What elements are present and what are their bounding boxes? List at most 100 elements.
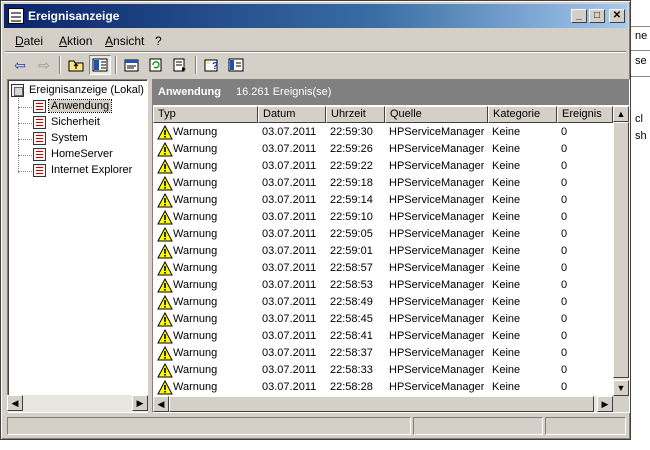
cell-quelle: HPServiceManager xyxy=(389,245,485,257)
cell-uhrzeit: 22:58:57 xyxy=(330,262,373,274)
table-row[interactable]: Warnung 03.07.2011 22:58:37 HPServiceManage… xyxy=(153,345,613,362)
table-row[interactable]: Warnung 03.07.2011 22:59:05 HPServiceManage… xyxy=(153,226,613,243)
column-header-ereignis[interactable]: Ereignis xyxy=(557,106,613,123)
column-header-row: Typ Datum Uhrzeit Quelle Kategorie Ereig… xyxy=(153,106,613,123)
tree-horizontal-scrollbar[interactable]: ◀ ▶ xyxy=(7,395,148,412)
cell-uhrzeit: 22:58:33 xyxy=(330,364,373,376)
tree-item-internet-explorer[interactable]: Internet Explorer xyxy=(33,163,134,178)
cell-quelle: HPServiceManager xyxy=(389,313,485,325)
cell-typ: Warnung xyxy=(173,381,218,393)
cell-quelle: HPServiceManager xyxy=(389,279,485,291)
tree-connector xyxy=(18,139,32,140)
cell-kategorie: Keine xyxy=(492,177,521,189)
back-arrow-icon[interactable]: ⇦ xyxy=(9,55,31,75)
vertical-scroll-thumb[interactable] xyxy=(613,122,629,378)
pane-header: Anwendung 16.261 Ereignis(se) xyxy=(153,80,629,105)
table-row[interactable]: Warnung 03.07.2011 22:59:30 HPServiceManage… xyxy=(153,124,613,141)
cell-kategorie: Keine xyxy=(492,347,521,359)
event-viewer-app-icon[interactable] xyxy=(8,8,24,24)
menu-datei[interactable]: Datei xyxy=(15,34,43,48)
cell-ereignis: 0 xyxy=(561,381,568,393)
horizontal-scroll-thumb[interactable] xyxy=(169,396,594,412)
table-row[interactable]: Warnung 03.07.2011 22:58:28 HPServiceManage… xyxy=(153,379,613,396)
table-row[interactable]: Warnung 03.07.2011 22:59:01 HPServiceManage… xyxy=(153,243,613,260)
cell-datum: 03.07.2011 xyxy=(262,143,317,155)
table-row[interactable]: Warnung 03.07.2011 22:58:53 HPServiceManage… xyxy=(153,277,613,294)
cell-uhrzeit: 22:58:45 xyxy=(330,313,373,325)
show-hide-tree-icon[interactable] xyxy=(89,55,111,75)
column-header-typ[interactable]: Typ xyxy=(153,106,258,123)
cell-datum: 03.07.2011 xyxy=(262,245,317,257)
tree-item-label: Sicherheit xyxy=(51,116,100,128)
export-list-icon[interactable] xyxy=(169,55,191,75)
cell-typ: Warnung xyxy=(173,279,218,291)
properties-icon[interactable] xyxy=(121,55,143,75)
column-header-datum[interactable]: Datum xyxy=(258,106,326,123)
cell-datum: 03.07.2011 xyxy=(262,381,317,393)
tree-item-homeserver[interactable]: HomeServer xyxy=(33,147,115,162)
column-header-kategorie[interactable]: Kategorie xyxy=(488,106,557,123)
table-row[interactable]: Warnung 03.07.2011 22:59:22 HPServiceManage… xyxy=(153,158,613,175)
scroll-right-button[interactable]: ▶ xyxy=(132,395,148,411)
cell-uhrzeit: 22:58:41 xyxy=(330,330,373,342)
cell-typ: Warnung xyxy=(173,211,218,223)
menu-ansicht[interactable]: Ansicht xyxy=(105,34,144,48)
table-row[interactable]: Warnung 03.07.2011 22:58:33 HPServiceManage… xyxy=(153,362,613,379)
table-row[interactable]: Warnung 03.07.2011 22:58:45 HPServiceManage… xyxy=(153,311,613,328)
tree-root-item[interactable]: Ereignisanzeige (Lokal) xyxy=(11,83,146,98)
title-bar[interactable]: Ereignisanzeige _ □ ✕ xyxy=(4,4,627,28)
cell-typ: Warnung xyxy=(173,347,218,359)
event-count: 16.261 Ereignis(se) xyxy=(236,86,332,98)
maximize-button[interactable]: □ xyxy=(589,9,605,23)
table-row[interactable]: Warnung 03.07.2011 22:58:41 HPServiceManage… xyxy=(153,328,613,345)
table-row[interactable]: Warnung 03.07.2011 22:58:57 HPServiceManage… xyxy=(153,260,613,277)
tree-item-system[interactable]: System xyxy=(33,131,90,146)
cell-typ: Warnung xyxy=(173,160,218,172)
cell-quelle: HPServiceManager xyxy=(389,194,485,206)
log-icon xyxy=(33,132,46,145)
tree-pane[interactable]: Ereignisanzeige (Lokal) Anwendung Sicher… xyxy=(7,79,148,413)
horizontal-scrollbar[interactable]: ◀ ▶ xyxy=(153,396,613,412)
scroll-up-button[interactable]: ▲ xyxy=(613,106,629,122)
vertical-scrollbar[interactable]: ▲ ▼ xyxy=(613,106,629,396)
cell-kategorie: Keine xyxy=(492,160,521,172)
table-row[interactable]: Warnung 03.07.2011 22:59:10 HPServiceManage… xyxy=(153,209,613,226)
scroll-down-button[interactable]: ▼ xyxy=(613,380,629,396)
table-row[interactable]: Warnung 03.07.2011 22:58:49 HPServiceManage… xyxy=(153,294,613,311)
up-folder-icon[interactable] xyxy=(65,55,87,75)
scroll-left-button[interactable]: ◀ xyxy=(7,395,23,411)
close-button[interactable]: ✕ xyxy=(609,9,625,23)
cell-typ: Warnung xyxy=(173,262,218,274)
forward-arrow-icon[interactable]: ⇨ xyxy=(33,55,55,75)
tree-item-sicherheit[interactable]: Sicherheit xyxy=(33,115,102,130)
cell-ereignis: 0 xyxy=(561,364,568,376)
menu-help[interactable]: ? xyxy=(155,34,162,48)
table-row[interactable]: Warnung 03.07.2011 22:59:26 HPServiceManage… xyxy=(153,141,613,158)
cell-quelle: HPServiceManager xyxy=(389,211,485,223)
table-row[interactable]: Warnung 03.07.2011 22:59:18 HPServiceManage… xyxy=(153,175,613,192)
cell-uhrzeit: 22:59:30 xyxy=(330,126,373,138)
column-header-quelle[interactable]: Quelle xyxy=(385,106,488,123)
column-header-uhrzeit[interactable]: Uhrzeit xyxy=(326,106,385,123)
menu-bar: Datei Aktion Ansicht ? xyxy=(5,31,626,51)
scroll-left-button[interactable]: ◀ xyxy=(153,396,169,412)
cell-datum: 03.07.2011 xyxy=(262,364,317,376)
cell-typ: Warnung xyxy=(173,330,218,342)
log-icon xyxy=(33,100,46,113)
cell-datum: 03.07.2011 xyxy=(262,347,317,359)
scroll-right-button[interactable]: ▶ xyxy=(597,396,613,412)
console-icon[interactable] xyxy=(225,55,247,75)
background-text: se xyxy=(635,55,647,67)
menu-aktion[interactable]: Aktion xyxy=(59,34,92,48)
minimize-button[interactable]: _ xyxy=(571,9,587,23)
tree-item-label: Anwendung xyxy=(47,99,113,113)
cell-kategorie: Keine xyxy=(492,126,521,138)
refresh-icon[interactable] xyxy=(145,55,167,75)
tree-item-anwendung[interactable]: Anwendung xyxy=(33,99,113,114)
background-text: sh xyxy=(635,130,647,142)
table-row[interactable]: Warnung 03.07.2011 22:59:14 HPServiceManage… xyxy=(153,192,613,209)
cell-kategorie: Keine xyxy=(492,194,521,206)
warning-icon xyxy=(157,227,173,242)
warning-icon xyxy=(157,278,173,293)
help-icon[interactable]: ? xyxy=(201,55,223,75)
